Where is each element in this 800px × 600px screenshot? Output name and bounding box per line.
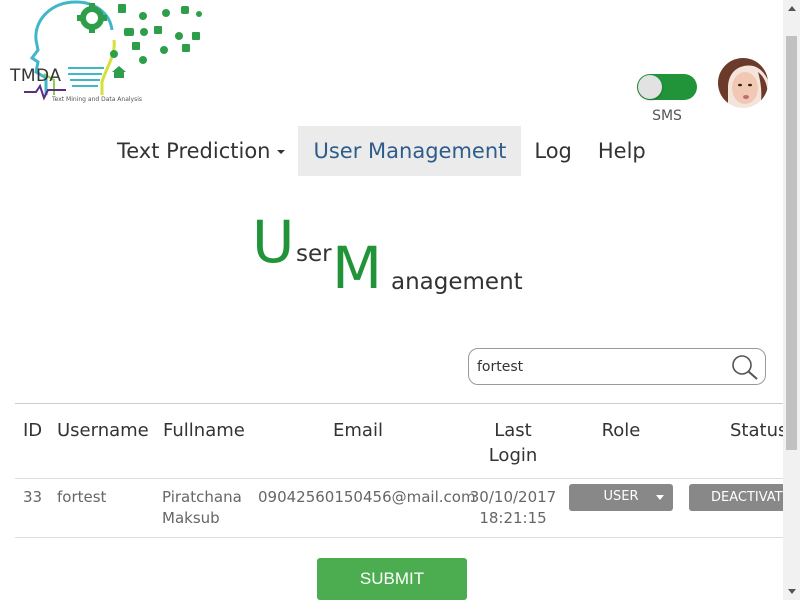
- cell-id: 33: [23, 488, 43, 506]
- search-input[interactable]: [477, 349, 727, 384]
- column-header-username: Username: [57, 420, 149, 441]
- nav-user-management[interactable]: User Management: [298, 126, 522, 176]
- role-select[interactable]: USER: [569, 484, 673, 511]
- scroll-down-arrow-icon[interactable]: [788, 589, 796, 594]
- submit-button[interactable]: SUBMIT: [317, 558, 467, 600]
- main-nav: Text Prediction User Management Log Help: [104, 126, 659, 176]
- sms-toggle-label: SMS: [652, 108, 682, 124]
- title-letter-u: U: [252, 208, 295, 276]
- column-header-role: Role: [601, 420, 641, 441]
- vertical-scrollbar[interactable]: [783, 0, 800, 600]
- caret-down-icon: [277, 150, 286, 154]
- search-box: [468, 348, 766, 385]
- column-header-id: ID: [23, 420, 43, 441]
- nav-log[interactable]: Log: [521, 126, 585, 176]
- nav-help[interactable]: Help: [585, 126, 659, 176]
- fullname-first: Piratchana: [162, 488, 242, 506]
- column-header-email: Email: [333, 420, 383, 441]
- logo-title: TMDA: [10, 66, 62, 86]
- scroll-thumb[interactable]: [786, 36, 797, 450]
- nav-log-label: Log: [534, 139, 572, 163]
- page: TMDA Text Mining and Data Analysis SMS T…: [0, 0, 800, 600]
- title-letter-m: M: [332, 234, 383, 302]
- last-login-time: 18:21:15: [479, 509, 547, 527]
- last-login-date: 30/10/2017: [469, 488, 557, 506]
- nav-help-label: Help: [597, 139, 646, 163]
- title-text-ser: ser: [296, 241, 332, 267]
- caret-down-icon: [656, 495, 664, 500]
- table-header: ID Username Fullname Email Last Login Ro…: [15, 404, 788, 479]
- toggle-knob: [638, 75, 662, 99]
- cell-fullname: Piratchana Maksub: [162, 487, 242, 529]
- page-title: U ser M anagement: [250, 208, 570, 308]
- nav-text-prediction[interactable]: Text Prediction: [104, 126, 298, 176]
- deactivate-button[interactable]: DEACTIVATE: [689, 484, 785, 511]
- last-login-line1: Last: [494, 420, 532, 441]
- nav-text-prediction-label: Text Prediction: [117, 139, 271, 163]
- nav-user-management-label: User Management: [313, 139, 507, 163]
- cell-email: 09042560150456@mail.com: [258, 488, 476, 506]
- fullname-last: Maksub: [162, 509, 220, 527]
- search-icon[interactable]: [730, 353, 760, 381]
- head-gear-logo-icon: [24, 0, 202, 101]
- column-header-fullname: Fullname: [163, 420, 245, 441]
- avatar[interactable]: [718, 58, 768, 108]
- logo: TMDA Text Mining and Data Analysis: [6, 0, 216, 108]
- cell-last-login: 30/10/2017 18:21:15: [467, 487, 559, 529]
- column-header-last-login: Last Login: [473, 418, 553, 468]
- title-text-anagement: anagement: [391, 269, 523, 295]
- last-login-line2: Login: [488, 445, 538, 466]
- sms-toggle[interactable]: [637, 74, 697, 100]
- table-row: 33 fortest Piratchana Maksub 09042560150…: [15, 479, 785, 538]
- cell-username: fortest: [57, 488, 107, 506]
- user-photo-icon: [718, 58, 768, 108]
- column-header-status: Status: [730, 420, 788, 441]
- logo-subtitle: Text Mining and Data Analysis: [52, 96, 143, 103]
- users-table: ID Username Fullname Email Last Login Ro…: [15, 403, 788, 538]
- scroll-up-arrow-icon[interactable]: [788, 6, 796, 11]
